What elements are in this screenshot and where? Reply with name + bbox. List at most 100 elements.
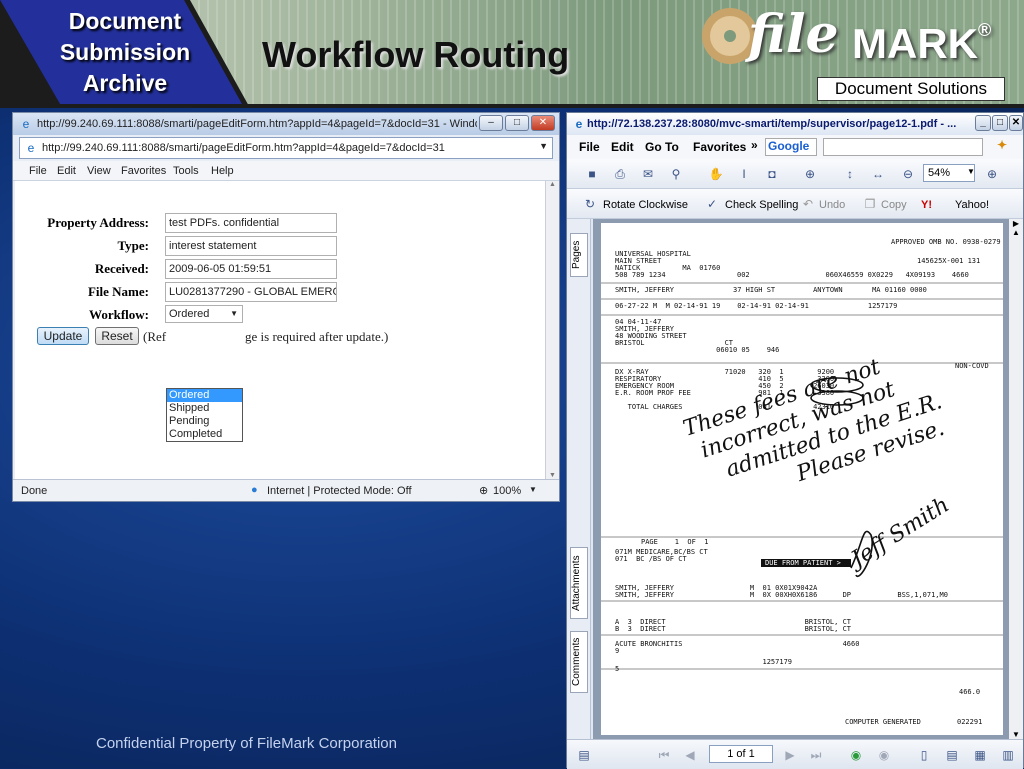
google-search-button[interactable]: Google <box>765 138 817 156</box>
menu-view[interactable]: View <box>87 165 111 177</box>
next-page-icon[interactable]: ▶ <box>781 746 799 764</box>
doc-due-from-patient: DUE FROM PATIENT > <box>765 559 841 567</box>
last-page-icon[interactable]: ⏭ <box>807 746 825 764</box>
maximize-button[interactable]: □ <box>505 115 529 131</box>
zoom-out-icon[interactable]: ⊖ <box>899 165 917 183</box>
forward-view-icon[interactable]: ◉ <box>875 746 893 764</box>
badge-line-3: Archive <box>82 70 168 96</box>
first-page-icon[interactable]: ⏮ <box>655 746 673 764</box>
status-zoom[interactable]: 100% <box>493 485 521 497</box>
spellcheck-icon[interactable]: ✓ <box>703 195 721 213</box>
menu-edit[interactable]: Edit <box>57 165 76 177</box>
undo-button[interactable]: Undo <box>819 199 845 211</box>
doc-number-right: 022291 <box>957 718 983 726</box>
zoom-in-icon[interactable]: ⊕ <box>983 165 1001 183</box>
yahoo-button[interactable]: Yahoo! <box>955 199 989 211</box>
snapshot-icon[interactable]: ◘ <box>763 165 781 183</box>
workflow-options-list: Ordered Shipped Pending Completed <box>166 388 243 442</box>
rotate-clockwise-button[interactable]: Rotate Clockwise <box>603 199 688 211</box>
fit-width-icon[interactable]: ↔ <box>869 165 887 183</box>
tab-attachments[interactable]: Attachments <box>570 547 588 619</box>
tab-comments[interactable]: Comments <box>570 631 588 693</box>
minimize-button[interactable]: – <box>479 115 503 131</box>
binoculars-icon[interactable]: ⚲ <box>667 165 685 183</box>
option-completed[interactable]: Completed <box>167 428 242 441</box>
zoom-in-tool-icon[interactable]: ⊕ <box>801 165 819 183</box>
copy-icon[interactable]: ❐ <box>861 195 879 213</box>
check-spelling-button[interactable]: Check Spelling <box>725 199 798 211</box>
save-icon[interactable]: ■ <box>583 165 601 183</box>
close-button[interactable]: ✕ <box>531 115 555 131</box>
label-property-address: Property Address: <box>47 215 149 230</box>
doc-code-2: 5 <box>615 665 620 673</box>
single-page-icon[interactable]: ▯ <box>915 746 933 764</box>
received-field[interactable]: 2009-06-05 01:59:51 <box>165 259 337 279</box>
menu-file[interactable]: File <box>579 140 600 154</box>
menu-file[interactable]: File <box>29 165 47 177</box>
undo-icon[interactable]: ↶ <box>799 195 817 213</box>
address-dropdown-icon[interactable]: ▼ <box>539 141 548 151</box>
page-content: Property Address: Type: Received: File N… <box>15 181 545 479</box>
menu-help[interactable]: Help <box>211 165 234 177</box>
ie-menubar: File Edit View Favorites Tools Help <box>13 161 559 181</box>
workflow-select[interactable]: Ordered ▼ <box>165 305 243 323</box>
pdf-viewer-window: e http://72.138.237.28:8080/mvc-smarti/t… <box>566 112 1024 769</box>
option-ordered[interactable]: Ordered <box>167 389 242 402</box>
page-options-icon[interactable]: ▤ <box>575 746 593 764</box>
pdf-vertical-scrollbar[interactable]: ▶ ▲ ▼ <box>1009 219 1023 739</box>
scroll-down-icon[interactable]: ▼ <box>546 472 559 479</box>
fit-height-icon[interactable]: ↕ <box>841 165 859 183</box>
menu-favorites[interactable]: Favorites <box>693 140 746 154</box>
copy-button[interactable]: Copy <box>881 199 907 211</box>
tab-pages[interactable]: Pages <box>570 233 588 277</box>
property-address-field[interactable]: test PDFs. confidential <box>165 213 337 233</box>
scroll-down-icon[interactable]: ▼ <box>1009 730 1023 739</box>
back-view-icon[interactable]: ◉ <box>847 746 865 764</box>
logo-mark-text: MARK® <box>852 20 992 67</box>
print-icon[interactable]: ⎙ <box>611 165 629 183</box>
update-button[interactable]: Update <box>37 327 89 345</box>
pdf-titlebar: e http://72.138.237.28:8080/mvc-smarti/t… <box>567 113 1023 135</box>
doc-employer-2: B 3 DIRECT BRISTOL, CT <box>615 625 852 633</box>
google-search-input[interactable] <box>823 138 983 156</box>
zoom-dropdown-icon[interactable]: ▼ <box>967 167 975 176</box>
pdf-title-text: http://72.138.237.28:8080/mvc-smarti/tem… <box>587 118 957 130</box>
select-text-icon[interactable]: I <box>735 165 753 183</box>
rotate-icon[interactable]: ↻ <box>581 195 599 213</box>
refresh-note-prefix: (Ref <box>143 329 167 344</box>
prev-page-icon[interactable]: ◀ <box>681 746 699 764</box>
hand-tool-icon[interactable]: ✋ <box>707 165 725 183</box>
doc-total-right: 466.0 <box>959 688 981 696</box>
refresh-note-suffix: ge is required after update.) <box>245 329 389 344</box>
continuous-facing-icon[interactable]: ▥ <box>999 746 1017 764</box>
status-bar: Done ● Internet | Protected Mode: Off ⊕ … <box>13 479 559 501</box>
status-done: Done <box>21 485 48 497</box>
close-button[interactable]: ✕ <box>1009 115 1023 131</box>
chevron-more-icon[interactable]: » <box>751 138 758 152</box>
scroll-up-icon[interactable]: ▶ <box>1009 219 1023 228</box>
file-name-field[interactable]: LU0281377290 - GLOBAL EMERG <box>165 282 337 302</box>
maximize-button[interactable]: □ <box>992 115 1008 131</box>
address-bar[interactable]: e http://99.240.69.111:8088/smarti/pageE… <box>19 137 553 159</box>
scroll-up-icon[interactable]: ▲ <box>546 181 559 188</box>
email-icon[interactable]: ✉ <box>639 165 657 183</box>
facing-pages-icon[interactable]: ▦ <box>971 746 989 764</box>
type-field[interactable]: interest statement <box>165 236 337 256</box>
menu-edit[interactable]: Edit <box>611 140 634 154</box>
reset-button[interactable]: Reset <box>95 327 139 345</box>
menu-tools[interactable]: Tools <box>173 165 199 177</box>
minimize-button[interactable]: _ <box>975 115 991 131</box>
zoom-dropdown-icon[interactable]: ▼ <box>529 485 537 494</box>
menu-favorites[interactable]: Favorites <box>121 165 166 177</box>
label-file-name: File Name: <box>87 284 149 299</box>
pdf-menubar: File Edit Go To Favorites » Google ✦ <box>567 135 1023 159</box>
vertical-scrollbar[interactable]: ▲ ▼ <box>545 181 559 479</box>
menu-goto[interactable]: Go To <box>645 140 679 154</box>
option-pending[interactable]: Pending <box>167 415 242 428</box>
continuous-page-icon[interactable]: ▤ <box>943 746 961 764</box>
ie-titlebar: e http://99.240.69.111:8088/smarti/pageE… <box>13 113 559 135</box>
scroll-up-arrow-icon[interactable]: ▲ <box>1009 228 1023 237</box>
yahoo-icon: Y! <box>921 199 932 211</box>
option-shipped[interactable]: Shipped <box>167 402 242 415</box>
page-number-field[interactable]: 1 of 1 <box>709 745 773 763</box>
